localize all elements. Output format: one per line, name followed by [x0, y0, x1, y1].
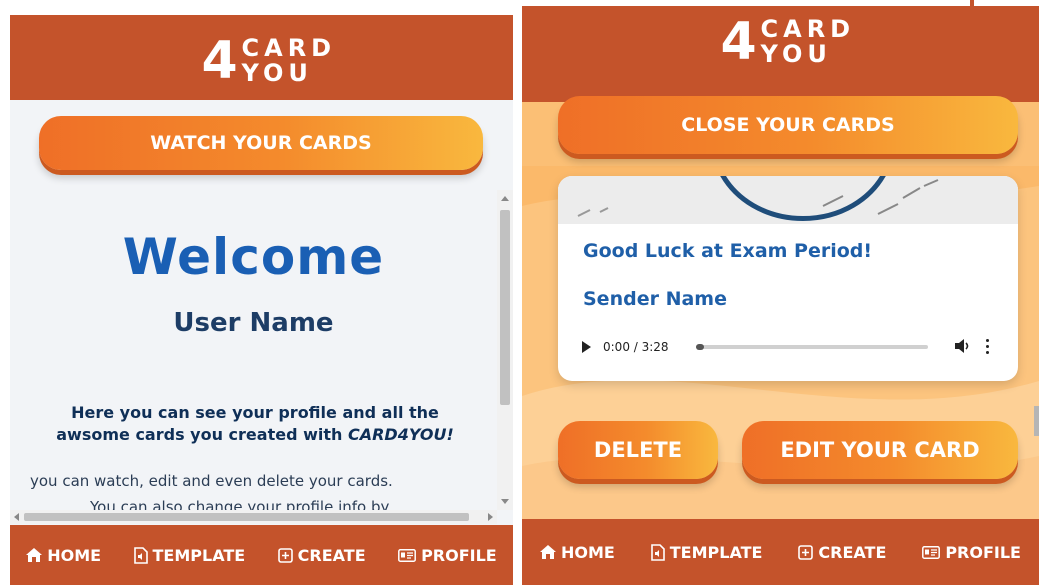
nav-profile-label: PROFILE — [945, 542, 1021, 562]
header-edge-mark — [970, 0, 974, 6]
welcome-content: Welcome User Name Here you can see your … — [10, 190, 497, 530]
home-icon — [539, 545, 556, 559]
more-options-icon[interactable] — [986, 339, 990, 357]
logo-number: 4 — [201, 31, 238, 91]
scroll-thumb[interactable] — [1034, 406, 1039, 436]
cards-screen: 4 CARD YOU CLOSE YOUR CARDS Good Luck at… — [522, 6, 1039, 585]
app-header: 4 CARD YOU — [522, 6, 1039, 102]
volume-icon[interactable] — [954, 338, 972, 354]
nav-home-label: HOME — [560, 542, 615, 562]
app-logo[interactable]: 4 CARD YOU — [182, 33, 342, 93]
audio-file-icon — [133, 546, 148, 564]
logo-word-card: CARD — [241, 34, 337, 62]
horizontal-scrollbar[interactable] — [10, 510, 497, 524]
audio-player[interactable]: 0:00 / 3:28 — [576, 332, 1006, 362]
nav-template[interactable]: TEMPLATE — [133, 545, 246, 565]
logo-word-you: YOU — [241, 59, 313, 87]
home-icon — [26, 548, 43, 562]
nav-create[interactable]: CREATE — [798, 543, 886, 562]
intro-text: Here you can see your profile and all th… — [40, 402, 470, 446]
nav-home-label: HOME — [47, 545, 102, 565]
nav-create-label: CREATE — [818, 542, 887, 562]
card-title: Good Luck at Exam Period! — [583, 240, 873, 262]
welcome-screen: 4 CARD YOU WATCH YOUR CARDS Welcome User… — [10, 15, 513, 585]
nav-home[interactable]: HOME — [539, 542, 615, 562]
help-text: you can watch, edit and even delete your… — [30, 472, 393, 490]
welcome-heading: Welcome — [122, 228, 385, 286]
scroll-down-icon[interactable] — [501, 499, 509, 504]
nav-create[interactable]: CREATE — [277, 545, 366, 565]
audio-file-icon — [650, 543, 665, 561]
nav-home[interactable]: HOME — [26, 546, 101, 565]
vertical-scrollbar[interactable] — [497, 190, 513, 510]
audio-time: 0:00 / 3:28 — [603, 340, 669, 354]
id-card-icon — [922, 545, 941, 559]
delete-card-button[interactable]: DELETE — [558, 421, 718, 479]
logo-word-you: YOU — [760, 40, 832, 68]
edit-card-button[interactable]: EDIT YOUR CARD — [742, 421, 1018, 479]
nav-template[interactable]: TEMPLATE — [650, 542, 763, 562]
nav-profile-label: PROFILE — [421, 545, 497, 565]
plus-square-icon — [277, 547, 293, 563]
nav-create-label: CREATE — [297, 545, 366, 565]
user-name: User Name — [173, 308, 334, 338]
bottom-nav: HOME TEMPLATE CREATE PROFILE — [10, 525, 513, 585]
scroll-right-icon[interactable] — [488, 513, 493, 521]
card-image — [558, 176, 1018, 224]
scroll-up-icon[interactable] — [501, 196, 509, 201]
scroll-thumb[interactable] — [500, 210, 510, 405]
scroll-thumb-horizontal[interactable] — [24, 513, 469, 521]
watch-cards-button[interactable]: WATCH YOUR CARDS — [39, 116, 483, 170]
close-cards-button[interactable]: CLOSE YOUR CARDS — [558, 96, 1018, 154]
greeting-card: Good Luck at Exam Period! Sender Name 0:… — [558, 176, 1018, 381]
logo-number: 4 — [720, 12, 757, 72]
card-sender: Sender Name — [583, 288, 727, 310]
bottom-nav: HOME TEMPLATE CREATE PROFILE — [522, 519, 1039, 585]
intro-brand: CARD4YOU! — [347, 425, 454, 444]
audio-progress-track[interactable] — [696, 344, 928, 350]
app-logo[interactable]: 4 CARD YOU — [701, 14, 861, 74]
scroll-left-icon[interactable] — [14, 513, 19, 521]
nav-template-label: TEMPLATE — [152, 545, 246, 565]
play-icon[interactable] — [582, 341, 591, 353]
plus-square-icon — [798, 544, 814, 560]
logo-word-card: CARD — [760, 15, 856, 43]
id-card-icon — [398, 548, 417, 562]
audio-progress-knob[interactable] — [696, 344, 704, 350]
app-header: 4 CARD YOU — [10, 15, 513, 100]
nav-template-label: TEMPLATE — [669, 542, 763, 562]
nav-profile[interactable]: PROFILE — [398, 546, 497, 565]
nav-profile[interactable]: PROFILE — [922, 543, 1021, 562]
